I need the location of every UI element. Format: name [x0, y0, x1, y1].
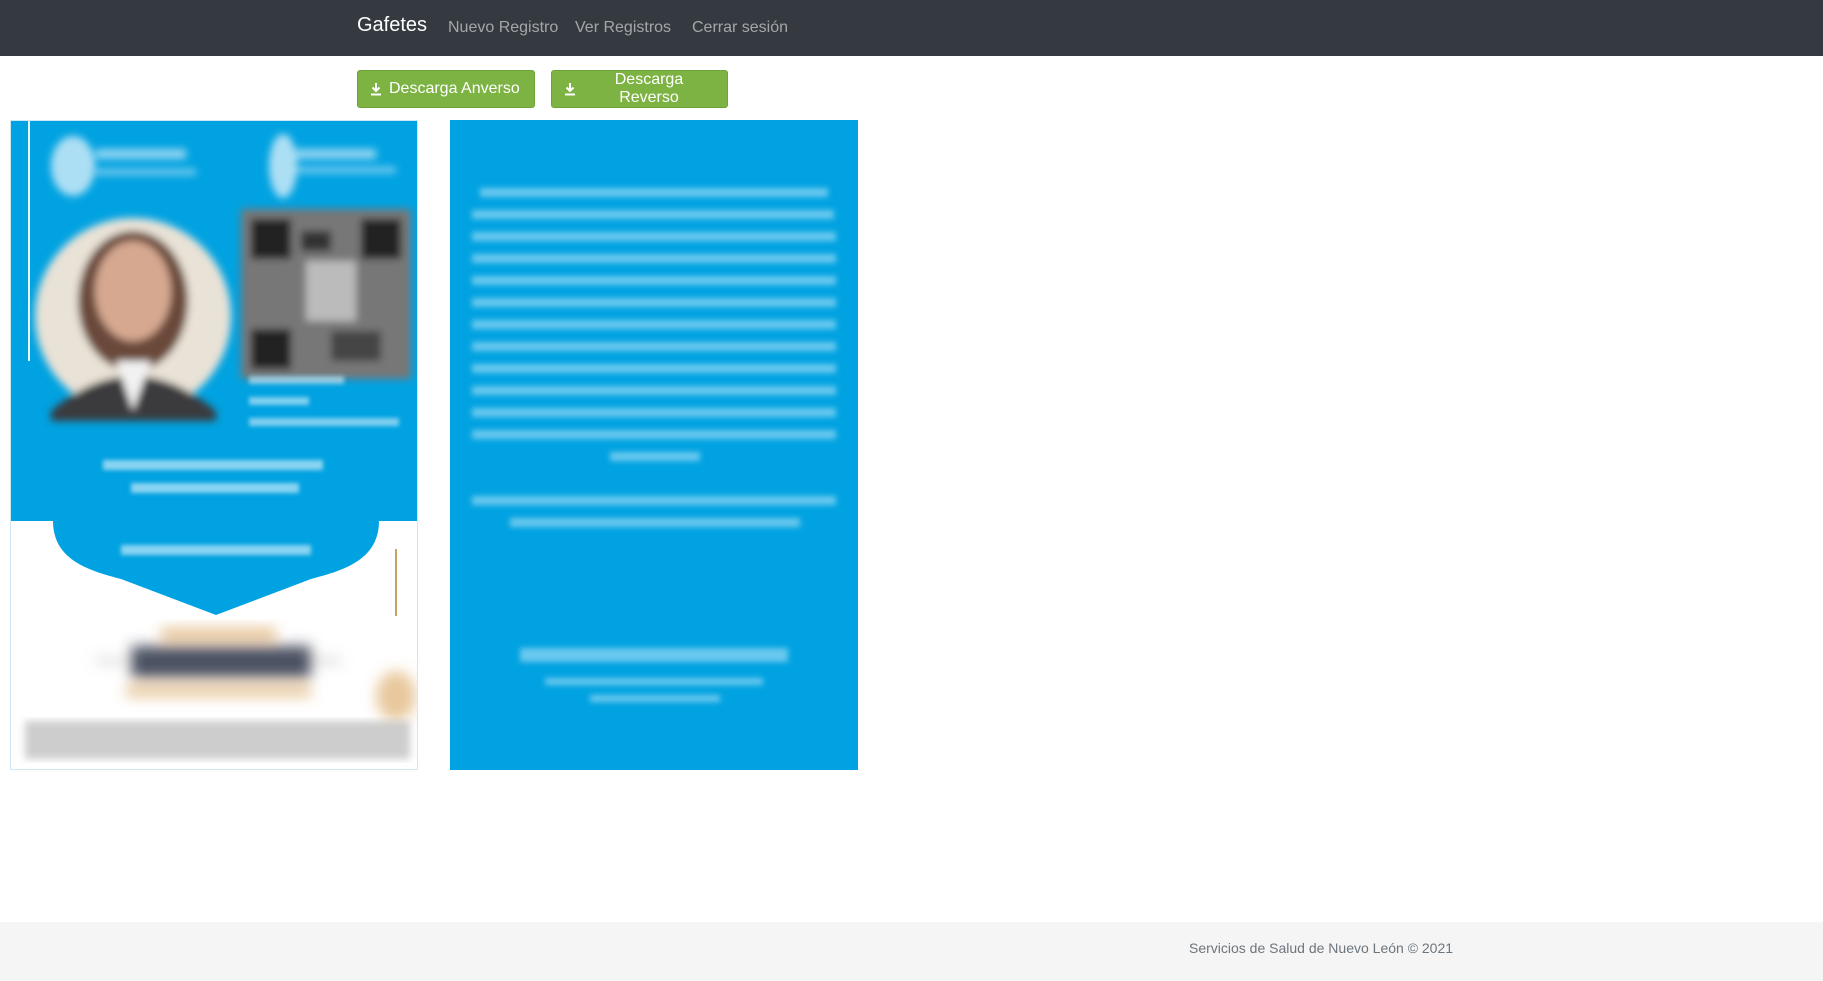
- download-back-button[interactable]: Descarga Reverso: [551, 70, 728, 108]
- download-icon: [564, 83, 575, 96]
- top-navbar: Gafetes Nuevo Registro Ver Registros Cer…: [0, 0, 1823, 56]
- nav-link-nuevo-registro[interactable]: Nuevo Registro: [448, 19, 558, 37]
- nav-link-cerrar-sesion[interactable]: Cerrar sesión: [692, 19, 788, 37]
- brand-link[interactable]: Gafetes: [357, 14, 427, 37]
- download-back-label: Descarga Reverso: [614, 71, 684, 106]
- download-front-button[interactable]: Descarga Anverso: [357, 70, 535, 108]
- badge-front-preview: [10, 120, 418, 770]
- badge-back-preview: [450, 120, 858, 770]
- nav-link-ver-registros[interactable]: Ver Registros: [575, 19, 671, 37]
- footer-copyright: Servicios de Salud de Nuevo León © 2021: [1189, 940, 1454, 956]
- footer: Servicios de Salud de Nuevo León © 2021: [0, 922, 1823, 981]
- badge-front-image: [11, 121, 417, 759]
- download-front-label: Descarga Anverso: [389, 80, 520, 97]
- download-icon: [371, 83, 381, 96]
- badge-back-image: [450, 120, 858, 770]
